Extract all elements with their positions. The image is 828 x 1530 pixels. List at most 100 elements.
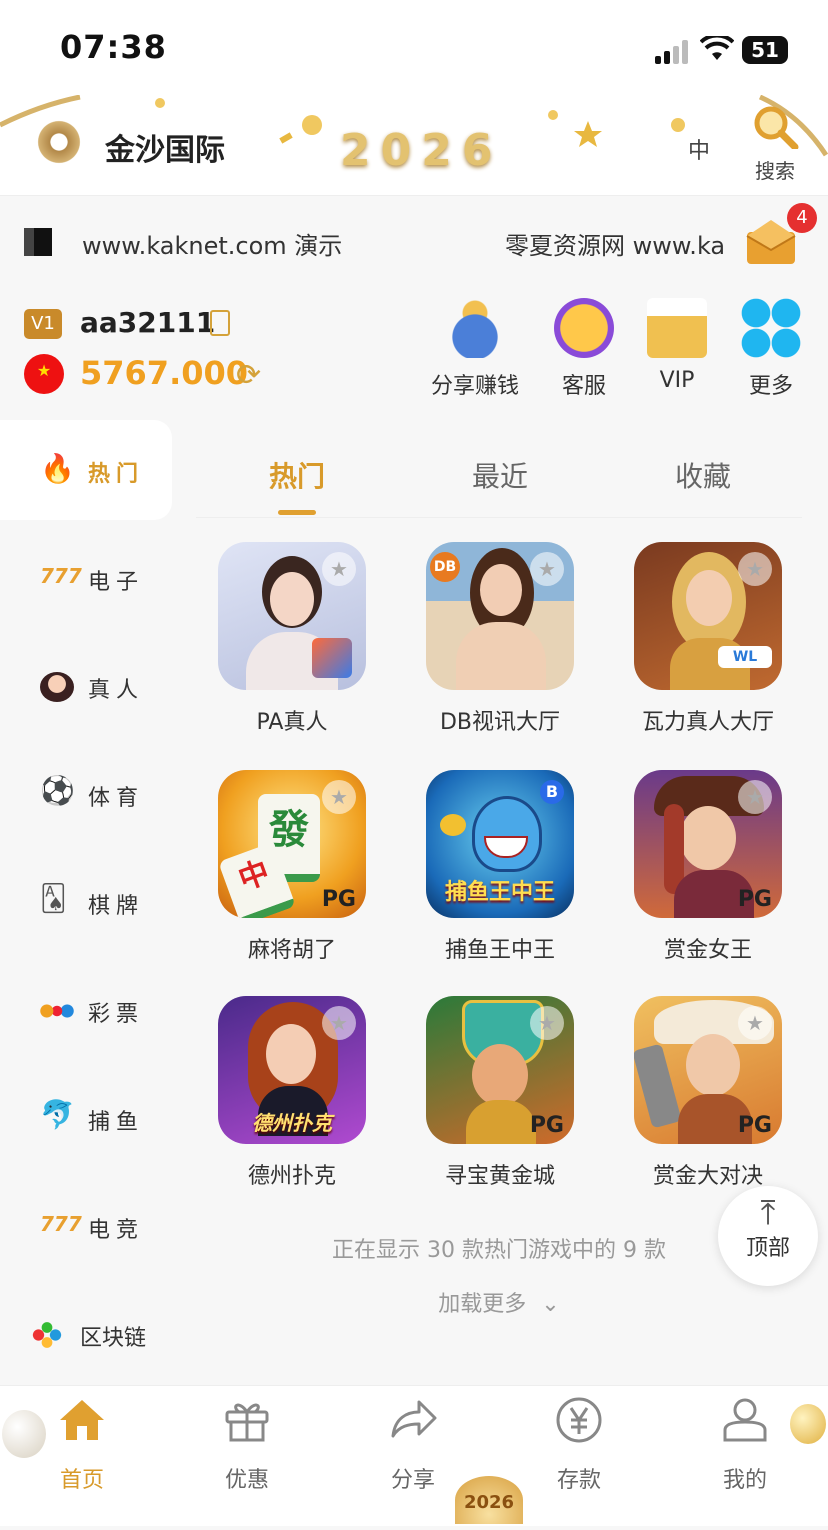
quick-share-earn[interactable]: 分享赚钱 bbox=[420, 298, 530, 400]
back-to-top-label: 顶部 bbox=[745, 1236, 790, 1261]
tab-home[interactable]: 首页 bbox=[22, 1396, 142, 1494]
game-card-db-live[interactable]: DB ★ DB视讯大厅 bbox=[410, 542, 590, 736]
sidebar-item-slots[interactable]: 777 电子 bbox=[0, 528, 172, 628]
quick-label: 更多 bbox=[748, 374, 793, 399]
sidebar-item-sports[interactable]: ⚽ 体育 bbox=[0, 744, 172, 844]
status-bar: 07:38 51 bbox=[0, 0, 828, 95]
year-badge: 2026 bbox=[340, 125, 503, 176]
sidebar-item-hot[interactable]: 🔥 热门 bbox=[0, 420, 172, 520]
status-time: 07:38 bbox=[60, 28, 167, 66]
game-thumbnail: PG ★ bbox=[426, 996, 574, 1144]
lottery-balls-icon bbox=[40, 996, 74, 1026]
game-thumbnail: 捕鱼王中王 B bbox=[426, 770, 574, 918]
mail-count-badge: 4 bbox=[787, 203, 817, 233]
sidebar-item-fishing[interactable]: 🐬 捕鱼 bbox=[0, 1068, 172, 1168]
sidebar-item-blockchain[interactable]: 区块链 bbox=[0, 1284, 172, 1384]
sidebar-item-lottery[interactable]: 彩票 bbox=[0, 960, 172, 1060]
favorite-star-icon[interactable]: ★ bbox=[322, 1006, 356, 1040]
quick-label: 分享赚钱 bbox=[430, 374, 519, 399]
favorite-star-icon[interactable]: ★ bbox=[530, 1006, 564, 1040]
tab-label: 存款 bbox=[556, 1468, 601, 1493]
announcement-bar[interactable]: www.kaknet.com 演示 零夏资源网 www.ka bbox=[0, 196, 828, 286]
game-card-texas-holdem[interactable]: 德州扑克 ★ 德州扑克 bbox=[202, 996, 382, 1190]
divider bbox=[196, 517, 802, 518]
language-switch[interactable]: 中 bbox=[688, 133, 710, 165]
vip-level-badge: V1 bbox=[24, 309, 62, 339]
game-name: 赏金女王 bbox=[663, 938, 752, 963]
provider-tag: PG bbox=[529, 1113, 564, 1138]
clover-icon bbox=[741, 298, 801, 358]
favorite-star-icon[interactable]: ★ bbox=[738, 552, 772, 586]
game-name: 德州扑克 bbox=[247, 1164, 336, 1189]
refresh-icon[interactable]: ⟳ bbox=[236, 358, 261, 393]
wifi-icon bbox=[700, 36, 734, 60]
game-card-mahjong[interactable]: 發 中 PG ★ 麻将胡了 bbox=[202, 770, 382, 964]
game-thumbnail: 德州扑克 ★ bbox=[218, 996, 366, 1144]
game-card-bounty-showdown[interactable]: PG ★ 赏金大对决 bbox=[618, 996, 798, 1190]
tab-recent[interactable]: 最近 bbox=[440, 455, 560, 495]
quick-more[interactable]: 更多 bbox=[716, 298, 826, 400]
game-thumbnail: WL ★ bbox=[634, 542, 782, 690]
game-thumbnail: ★ bbox=[218, 542, 366, 690]
tab-label: 我的 bbox=[722, 1468, 767, 1493]
announcement-text: 零夏资源网 www.ka bbox=[505, 232, 725, 260]
sidebar-item-label: 真人 bbox=[88, 678, 145, 703]
home-icon bbox=[60, 1400, 104, 1440]
arrow-up-icon: ⤒ bbox=[760, 1193, 776, 1233]
share-arrow-icon bbox=[391, 1400, 437, 1438]
game-card-treasure-gold-city[interactable]: PG ★ 寻宝黄金城 bbox=[410, 996, 590, 1190]
tab-share[interactable]: 分享 bbox=[353, 1396, 473, 1494]
favorite-star-icon[interactable]: ★ bbox=[738, 1006, 772, 1040]
tab-label: 优惠 bbox=[224, 1468, 269, 1493]
tab-profile[interactable]: 我的 bbox=[685, 1396, 805, 1494]
blockchain-icon bbox=[30, 1320, 64, 1350]
game-card-pa-live[interactable]: ★ PA真人 bbox=[202, 542, 382, 736]
game-name: 捕鱼王中王 bbox=[444, 938, 555, 963]
search-icon bbox=[754, 106, 799, 151]
favorite-star-icon[interactable]: ★ bbox=[530, 552, 564, 586]
search-label: 搜索 bbox=[755, 159, 795, 183]
sidebar-item-label: 热门 bbox=[88, 462, 145, 487]
load-more-button[interactable]: 加载更多 ⌄ bbox=[196, 1286, 802, 1318]
cards-icon: 🂡 bbox=[40, 884, 67, 914]
sidebar-item-esports[interactable]: 777 电竞 bbox=[0, 1176, 172, 1276]
money-bag-icon bbox=[445, 298, 505, 358]
sidebar-item-label: 彩票 bbox=[88, 1002, 145, 1027]
game-name: 麻将胡了 bbox=[247, 938, 336, 963]
game-thumbnail: PG ★ bbox=[634, 770, 782, 918]
tab-favorites[interactable]: 收藏 bbox=[643, 455, 763, 495]
username: aa32111 bbox=[80, 306, 216, 339]
headset-icon bbox=[554, 298, 614, 358]
speaker-icon bbox=[24, 228, 52, 256]
game-card-wali-live[interactable]: WL ★ 瓦力真人大厅 bbox=[618, 542, 798, 736]
tab-indicator bbox=[278, 510, 316, 515]
tab-promotions[interactable]: 优惠 bbox=[187, 1396, 307, 1494]
sidebar-item-live[interactable]: 真人 bbox=[0, 636, 172, 736]
tab-label: 首页 bbox=[59, 1468, 104, 1493]
brand-logo[interactable] bbox=[30, 113, 88, 171]
favorite-star-icon[interactable]: ★ bbox=[738, 780, 772, 814]
game-card-fishing-king[interactable]: 捕鱼王中王 B 捕鱼王中王 bbox=[410, 770, 590, 964]
game-card-bounty-queen[interactable]: PG ★ 赏金女王 bbox=[618, 770, 798, 964]
user-icon bbox=[723, 1398, 767, 1442]
search-button[interactable]: 搜索 bbox=[745, 103, 805, 184]
copy-icon[interactable] bbox=[210, 310, 230, 336]
sidebar-item-cards[interactable]: 🂡 棋牌 bbox=[0, 852, 172, 952]
cellular-signal-icon bbox=[655, 40, 689, 64]
announcement-text: www.kaknet.com 演示 bbox=[82, 232, 343, 260]
game-thumbnail: DB ★ bbox=[426, 542, 574, 690]
load-more-label: 加载更多 bbox=[438, 1292, 527, 1317]
sidebar-item-label: 电竞 bbox=[88, 1218, 145, 1243]
battery-icon: 51 bbox=[742, 36, 788, 64]
tab-label: 分享 bbox=[390, 1468, 435, 1493]
slot-777-icon: 777 bbox=[40, 564, 82, 588]
favorite-star-icon[interactable]: ★ bbox=[322, 552, 356, 586]
tab-hot[interactable]: 热门 bbox=[237, 455, 357, 495]
back-to-top-button[interactable]: ⤒ 顶部 bbox=[718, 1186, 818, 1286]
fish-icon: 🐬 bbox=[40, 1098, 75, 1131]
sidebar-item-label: 体育 bbox=[88, 786, 145, 811]
tab-deposit[interactable]: 存款 bbox=[519, 1396, 639, 1494]
favorite-star-icon[interactable]: ★ bbox=[322, 780, 356, 814]
sidebar-item-label: 捕鱼 bbox=[88, 1110, 145, 1135]
game-count-info: 正在显示 30 款热门游戏中的 9 款 bbox=[332, 1238, 666, 1263]
